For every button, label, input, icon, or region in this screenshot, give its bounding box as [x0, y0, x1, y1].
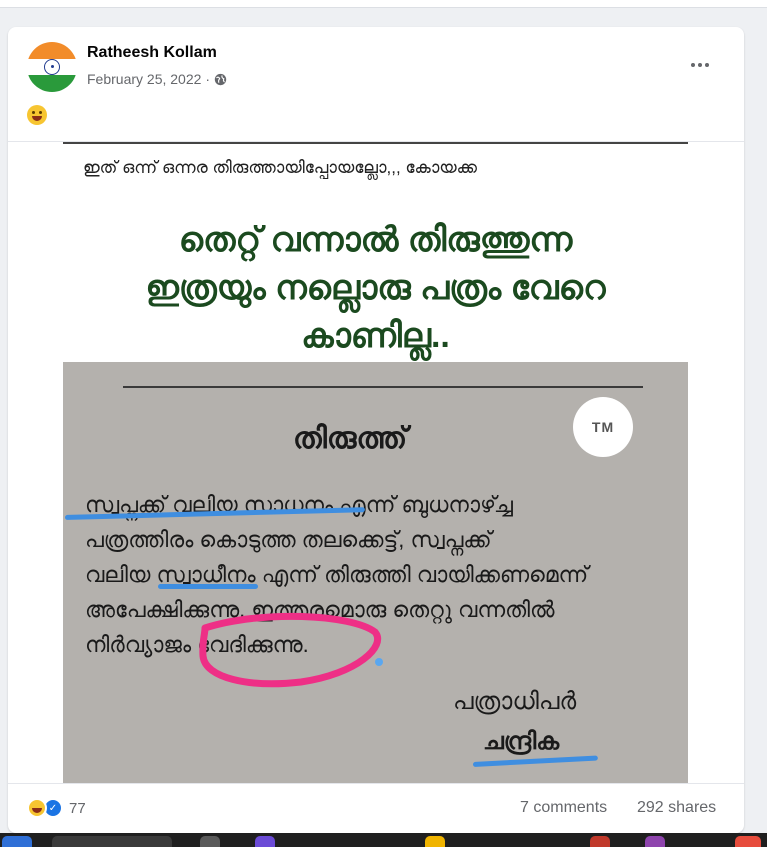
os-taskbar — [0, 833, 767, 847]
post-date[interactable]: February 25, 2022 — [87, 71, 201, 87]
taskbar-app-icon[interactable] — [735, 836, 761, 847]
flag-white-band — [27, 58, 77, 76]
watermark-badge: TM — [573, 397, 633, 457]
image-caption-line: ഇത് ഒന്ന് ഒന്നര തിരുത്തായിപ്പോയല്ലോ,,, ക… — [83, 158, 477, 177]
post-text — [27, 105, 47, 131]
chakra-icon — [44, 58, 60, 75]
headline-line-2: ഇത്രയും നല്ലൊരു പത്രം വേറെ — [145, 269, 606, 307]
comments-count-link[interactable]: 7 comments — [520, 799, 607, 817]
signature-role: പത്രാധിപർ — [453, 688, 577, 715]
more-horizontal-icon — [691, 63, 695, 67]
author-name[interactable]: Ratheesh Kollam — [87, 44, 217, 62]
clipping-signature: പത്രാധിപർ ചന്ദ്രിക — [453, 682, 576, 762]
haha-icon — [27, 798, 47, 818]
headline-line-1: തെറ്റ് വന്നാൽ തിരുത്തുന്ന — [178, 221, 573, 259]
more-options-button[interactable] — [682, 51, 718, 79]
reaction-count: 77 — [69, 799, 86, 817]
post-meta: February 25, 2022 · — [87, 71, 227, 87]
shares-count-link[interactable]: 292 shares — [637, 799, 716, 817]
taskbar-app-icon[interactable] — [255, 836, 275, 847]
grinning-tongue-emoji — [27, 105, 47, 125]
image-headline: തെറ്റ് വന്നാൽ തിരുത്തുന്ന ഇത്രയും നല്ലൊര… — [63, 216, 688, 360]
taskbar-app-icon[interactable] — [645, 836, 665, 847]
image-header-panel: ഇത് ഒന്ന് ഒന്നര തിരുത്തായിപ്പോയല്ലോ,,, ക… — [63, 142, 688, 362]
post-image[interactable]: ഇത് ഒന്ന് ഒന്നര തിരുത്തായിപ്പോയല്ലോ,,, ക… — [63, 142, 688, 783]
start-button[interactable] — [2, 836, 32, 847]
newspaper-clipping: TM തിരുത്ത് സ്വപ്നക്ക് വലിയ സാധനം എന്ന് … — [63, 362, 688, 783]
flag-green-band — [27, 75, 77, 92]
blue-dot-annotation — [375, 658, 383, 666]
taskbar-app-icon[interactable] — [200, 836, 220, 847]
globe-icon[interactable] — [214, 73, 227, 86]
pink-circle-annotation — [199, 612, 381, 688]
taskbar-app-icon[interactable] — [590, 836, 610, 847]
headline-line-3: കാണില്ല.. — [301, 317, 450, 355]
clipping-title: തിരുത്ത് — [293, 422, 408, 455]
post-card: Ratheesh Kollam February 25, 2022 · ഇത് … — [8, 27, 744, 833]
divider — [8, 783, 744, 784]
signature-name: ചന്ദ്രിക — [483, 728, 560, 755]
clipping-line-2: പത്രത്തിരം കൊടുത്ത തലക്കെട്ട്, സ്വപ്നക്ക… — [85, 527, 492, 552]
reaction-summary[interactable]: ✓ 77 — [27, 798, 86, 818]
avatar[interactable] — [27, 42, 77, 92]
meta-separator: · — [205, 71, 211, 87]
blue-underline-annotation — [158, 584, 258, 589]
top-navigation-strip — [0, 0, 767, 8]
clipping-rule — [123, 386, 643, 388]
taskbar-app-icon[interactable] — [425, 836, 445, 847]
taskbar-search[interactable] — [52, 836, 172, 847]
flag-saffron-band — [27, 42, 77, 59]
